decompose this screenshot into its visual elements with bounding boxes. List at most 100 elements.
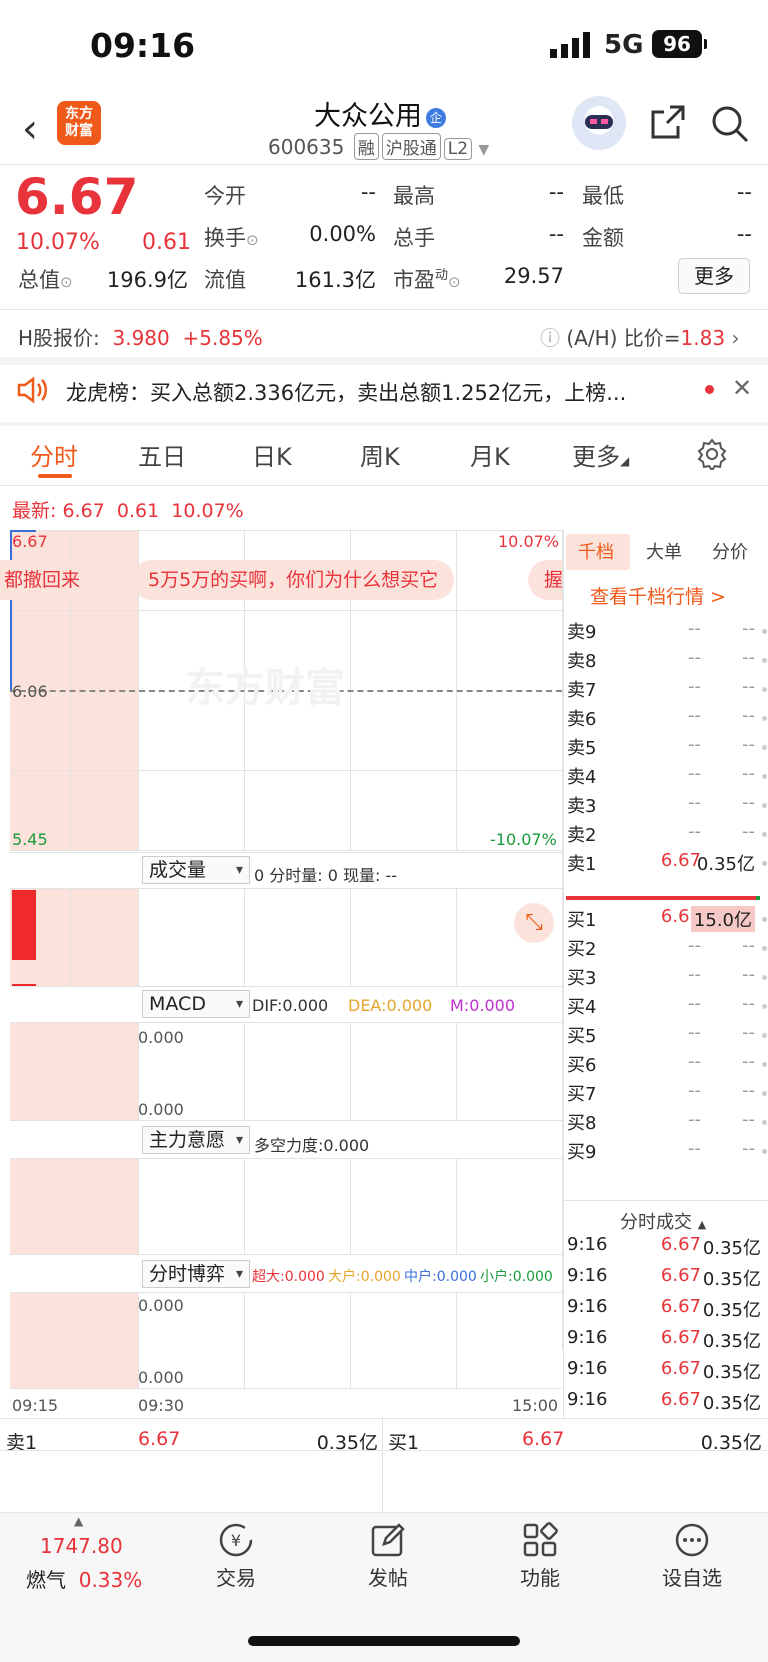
functions-icon[interactable] (522, 1522, 558, 1558)
axis-mid-price: 6.06 (12, 682, 48, 701)
tick-row[interactable]: 9:16 6.67 0.35亿 (567, 1327, 767, 1355)
side-tab-fenjia[interactable]: 分价 (712, 538, 748, 564)
post-icon[interactable] (370, 1522, 406, 1558)
tick-row[interactable]: 9:16 6.67 0.35亿 (567, 1296, 767, 1324)
more-button[interactable]: 更多 (678, 258, 750, 294)
tab-monthk[interactable]: 月K (470, 437, 510, 472)
zhuli-text: 多空力度:0.000 (254, 1136, 370, 1155)
zhuli-chart[interactable] (10, 1158, 562, 1255)
more-dots-icon[interactable] (674, 1522, 710, 1558)
sell-row[interactable]: 卖6 -- -- (567, 705, 767, 733)
tick-row[interactable]: 9:16 6.67 0.35亿 (567, 1265, 767, 1293)
help-icon[interactable]: ⓘ (540, 326, 560, 350)
settings-icon[interactable] (696, 438, 728, 470)
network-label: 5G (604, 30, 644, 60)
watermark: 东方财富 (185, 665, 345, 711)
close-icon[interactable]: ✕ (732, 374, 752, 402)
tab-fenshi[interactable]: 分时 (30, 437, 78, 472)
ah-ratio[interactable]: ⓘ (A/H) 比价=1.83 › (540, 322, 739, 351)
tab-dayk[interactable]: 日K (252, 437, 292, 472)
app-logo[interactable]: 东方 财富 (57, 101, 101, 145)
sell-row[interactable]: 卖5 -- -- (567, 734, 767, 762)
nav-trade[interactable]: 交易 (186, 1562, 286, 1591)
boyi-chart[interactable] (10, 1292, 562, 1389)
danmu-comment[interactable]: 5万5万的买啊，你们为什么想买它 (132, 560, 455, 600)
row-dot (762, 716, 767, 721)
buy-row[interactable]: 买4 -- -- (567, 993, 767, 1021)
sell-row[interactable]: 卖8 -- -- (567, 647, 767, 675)
sell-price: -- (688, 734, 701, 755)
sell-row[interactable]: 卖2 -- -- (567, 821, 767, 849)
danmu-comment[interactable]: 握 (528, 560, 562, 600)
macd-select[interactable]: MACD (142, 990, 250, 1018)
ai-assistant-icon[interactable] (572, 96, 626, 150)
search-icon[interactable] (710, 104, 750, 144)
index-quote[interactable]: 燃气 0.33% (26, 1564, 142, 1593)
tick-label: 9:16 (567, 1389, 608, 1410)
buy-price: -- (688, 1022, 701, 1043)
ah-ratio-label: (A/H) 比价= (566, 326, 681, 350)
row-dot (762, 832, 767, 837)
tab-weekk[interactable]: 周K (360, 437, 400, 472)
nav-functions[interactable]: 功能 (490, 1562, 590, 1591)
expand-icon[interactable]: ⤡ (514, 903, 554, 943)
tick-price: 6.67 (660, 1234, 701, 1255)
h-share-price: 3.980 (112, 326, 170, 350)
sell-row[interactable]: 卖3 -- -- (567, 792, 767, 820)
stock-code-row: 600635 融沪股通 L2 ▼ (268, 133, 489, 160)
sell-row[interactable]: 卖1 6.67 0.35亿 (567, 850, 767, 878)
back-icon[interactable]: ‹ (22, 106, 38, 152)
buy-row[interactable]: 买1 6.67 15.0亿 (567, 906, 767, 934)
nav-post[interactable]: 发帖 (338, 1562, 438, 1591)
danmu-comment[interactable]: 都撤回来 (0, 560, 97, 600)
volume-chart[interactable] (10, 888, 562, 987)
h-share-pct: +5.85% (182, 326, 263, 350)
info-icon[interactable]: ⊙ (60, 273, 73, 291)
buy-row[interactable]: 买8 -- -- (567, 1109, 767, 1137)
buy-row[interactable]: 买6 -- -- (567, 1051, 767, 1079)
view-depth-link[interactable]: 查看千档行情 > (590, 582, 726, 609)
buy-volume: -- (742, 964, 755, 985)
stock-name-text: 大众公用 (314, 101, 422, 132)
tick-row[interactable]: 9:16 6.67 0.35亿 (567, 1389, 767, 1417)
h-share-row[interactable]: H股报价: 3.980 +5.85% (18, 322, 263, 351)
row-dot (762, 629, 767, 634)
index-value[interactable]: 1747.80 (40, 1534, 123, 1558)
tick-volume: 0.35亿 (702, 1300, 761, 1321)
label-turnover-text: 换手 (204, 226, 246, 250)
buy-row[interactable]: 买3 -- -- (567, 964, 767, 992)
tick-row[interactable]: 9:16 6.67 0.35亿 (567, 1234, 767, 1262)
tick-row[interactable]: 9:16 6.67 0.35亿 (567, 1358, 767, 1386)
share-icon[interactable] (650, 104, 686, 140)
sell-row[interactable]: 卖7 -- -- (567, 676, 767, 704)
ticks-title-text: 分时成交 (620, 1212, 692, 1233)
latest-change: 0.61 (116, 500, 160, 522)
boyi-select[interactable]: 分时博弈 (142, 1260, 250, 1288)
tab-more[interactable]: 更多◢ (572, 437, 629, 472)
sell-row[interactable]: 卖4 -- -- (567, 763, 767, 791)
volume-select[interactable]: 成交量 (142, 856, 250, 884)
buy-row[interactable]: 买9 -- -- (567, 1138, 767, 1166)
info-icon[interactable]: ⊙ (246, 231, 259, 249)
sell-row[interactable]: 卖9 -- -- (567, 618, 767, 646)
side-tab-qiandang[interactable]: 千档 (578, 538, 614, 564)
buy-row[interactable]: 买7 -- -- (567, 1080, 767, 1108)
notice-text[interactable]: 龙虎榜：买入总额2.336亿元，卖出总额1.252亿元，上榜... (66, 377, 626, 407)
nav-add-watchlist[interactable]: 设自选 (642, 1562, 742, 1591)
info-icon[interactable]: ⊙ (448, 273, 461, 291)
ticks-title[interactable]: 分时成交 ▲ (620, 1208, 706, 1234)
zhuli-select[interactable]: 主力意愿 (142, 1126, 250, 1154)
side-tab-dadan[interactable]: 大单 (646, 538, 682, 564)
buy-row[interactable]: 买2 -- -- (567, 935, 767, 963)
chevron-down-icon[interactable]: ▼ (478, 142, 489, 158)
macd-chart[interactable] (10, 1022, 562, 1121)
label-low: 最低 (582, 184, 624, 208)
boyi-chaoda: 超大:0.000 (252, 1269, 325, 1285)
value-float-cap: 161.3亿 (294, 268, 376, 292)
buy-price: -- (688, 993, 701, 1014)
trade-icon[interactable]: ¥ (218, 1522, 254, 1558)
divider (0, 422, 768, 426)
buy-row[interactable]: 买5 -- -- (567, 1022, 767, 1050)
tab-5day[interactable]: 五日 (138, 437, 186, 472)
axis-top-pct: 10.07% (498, 532, 560, 551)
